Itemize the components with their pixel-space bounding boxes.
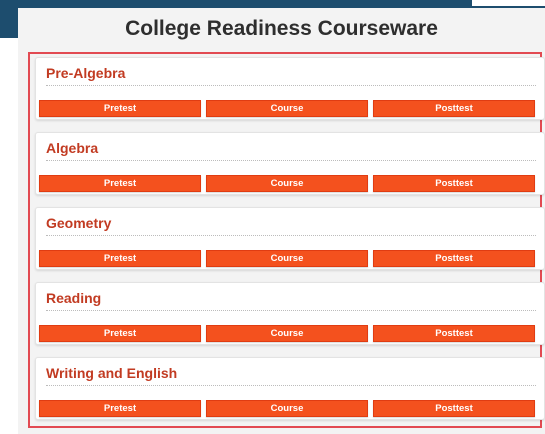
course-title: Writing and English: [46, 365, 178, 381]
course-button[interactable]: Course: [206, 250, 368, 267]
course-divider: [46, 85, 536, 86]
course-title: Algebra: [46, 140, 99, 156]
course-button[interactable]: Course: [206, 325, 368, 342]
page-title: College Readiness Courseware: [125, 17, 438, 40]
course-button[interactable]: Course: [206, 175, 368, 192]
pretest-button[interactable]: Pretest: [39, 100, 201, 117]
course-title: Geometry: [46, 215, 112, 231]
course-button[interactable]: Course: [206, 400, 368, 417]
course-title: Reading: [46, 290, 102, 306]
posttest-button[interactable]: Posttest: [373, 250, 535, 267]
course-button-row: Pretest Course Posttest: [39, 250, 539, 267]
course-divider: [46, 310, 536, 311]
posttest-button[interactable]: Posttest: [373, 325, 535, 342]
pretest-button[interactable]: Pretest: [39, 325, 201, 342]
posttest-button[interactable]: Posttest: [373, 400, 535, 417]
courses-highlight-frame: Pre-Algebra Pretest Course Posttest Alge…: [28, 52, 545, 428]
course-card-writing-and-english: Writing and English Pretest Course Postt…: [35, 357, 545, 420]
pretest-button[interactable]: Pretest: [39, 175, 201, 192]
posttest-button[interactable]: Posttest: [373, 175, 535, 192]
header-notch: [472, 0, 545, 6]
course-button-row: Pretest Course Posttest: [39, 100, 539, 117]
posttest-button[interactable]: Posttest: [373, 100, 535, 117]
course-divider: [46, 160, 536, 161]
course-button-row: Pretest Course Posttest: [39, 400, 539, 417]
course-button-row: Pretest Course Posttest: [39, 175, 539, 192]
course-card-algebra: Algebra Pretest Course Posttest: [35, 132, 545, 195]
course-card-pre-algebra: Pre-Algebra Pretest Course Posttest: [35, 57, 545, 120]
course-button-row: Pretest Course Posttest: [39, 325, 539, 342]
course-card-geometry: Geometry Pretest Course Posttest: [35, 207, 545, 270]
pretest-button[interactable]: Pretest: [39, 400, 201, 417]
course-button[interactable]: Course: [206, 100, 368, 117]
course-divider: [46, 235, 536, 236]
course-title: Pre-Algebra: [46, 65, 126, 81]
pretest-button[interactable]: Pretest: [39, 250, 201, 267]
course-card-reading: Reading Pretest Course Posttest: [35, 282, 545, 345]
course-divider: [46, 385, 536, 386]
